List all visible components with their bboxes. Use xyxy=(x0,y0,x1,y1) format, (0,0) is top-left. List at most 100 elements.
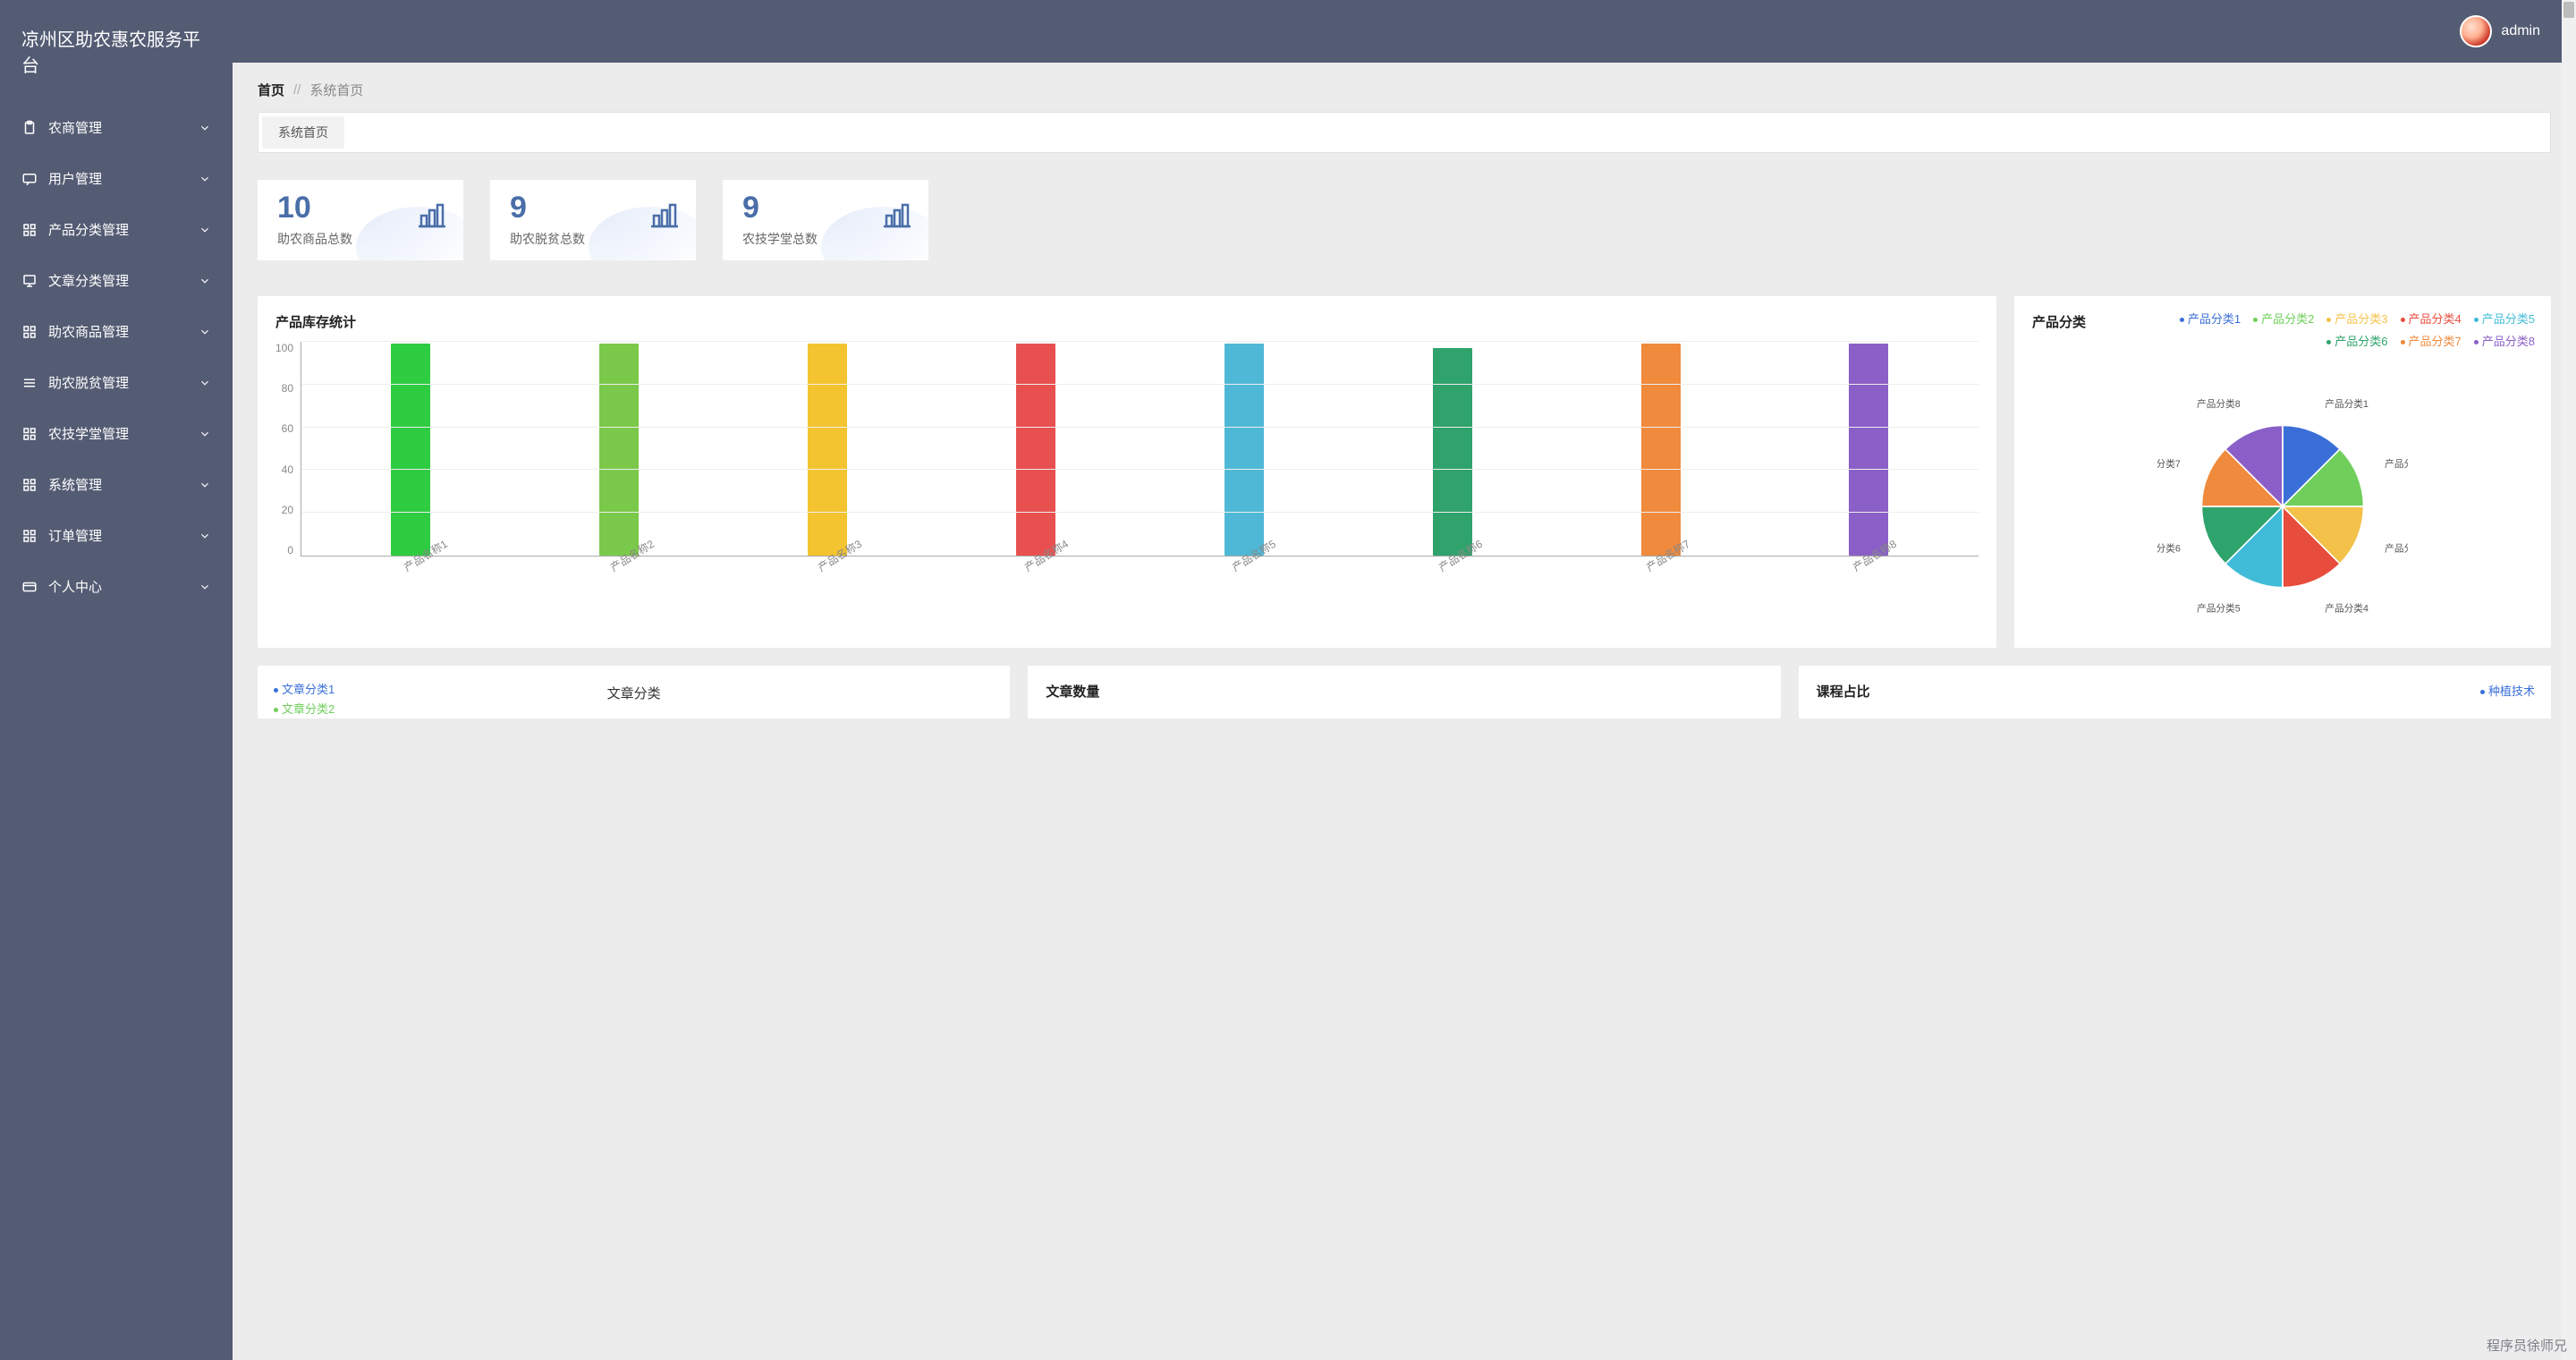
stat-card-1: 9 助农脱贫总数 xyxy=(490,180,696,260)
pie-label: 产品分类6 xyxy=(2157,543,2181,555)
legend-item[interactable]: 产品分类7 xyxy=(2401,331,2462,353)
sidebar-item-label: 系统管理 xyxy=(48,475,102,494)
article-count-title: 文章数量 xyxy=(1046,682,1762,701)
chevron-down-icon xyxy=(199,530,211,542)
panel-bar-chart: 产品库存统计 100806040200 产品名称1产品名称2产品名称3产品名称4… xyxy=(258,296,1996,648)
chevron-down-icon xyxy=(199,377,211,389)
bar-7[interactable] xyxy=(1849,344,1888,556)
sidebar-item-8[interactable]: 订单管理 xyxy=(0,510,233,561)
sidebar-item-label: 用户管理 xyxy=(48,169,102,188)
avatar xyxy=(2460,15,2492,47)
legend-item[interactable]: 文章分类1 xyxy=(274,680,335,700)
sidebar-item-0[interactable]: 农商管理 xyxy=(0,102,233,153)
legend-item[interactable]: 产品分类5 xyxy=(2474,309,2535,331)
y-tick: 0 xyxy=(287,544,293,557)
chevron-down-icon xyxy=(199,581,211,593)
main-area: admin 首页 // 系统首页 系统首页 10 助农商品总数 9 助农脱贫总数 xyxy=(233,0,2576,1360)
panel-article-category: 文章分类1文章分类2 文章分类 xyxy=(258,666,1010,718)
chevron-down-icon xyxy=(199,479,211,491)
legend-item[interactable]: 产品分类3 xyxy=(2326,309,2387,331)
grid-icon xyxy=(21,222,38,238)
breadcrumb-sep: // xyxy=(293,82,301,98)
bar-chart-title: 产品库存统计 xyxy=(275,312,1979,331)
panel-article-count: 文章数量 xyxy=(1028,666,1780,718)
pie-label: 产品分类1 xyxy=(2325,398,2368,410)
y-tick: 40 xyxy=(282,463,293,476)
sidebar-item-label: 农商管理 xyxy=(48,118,102,137)
sidebar-item-label: 助农脱贫管理 xyxy=(48,373,129,392)
breadcrumb-main[interactable]: 首页 xyxy=(258,81,284,99)
scrollbar-track[interactable] xyxy=(2562,0,2576,1360)
chevron-down-icon xyxy=(199,326,211,338)
bars-icon xyxy=(649,203,680,233)
sidebar-item-3[interactable]: 文章分类管理 xyxy=(0,255,233,306)
course-ratio-title: 课程占比 xyxy=(1817,682,2533,701)
stat-label: 助农商品总数 xyxy=(277,230,444,248)
username: admin xyxy=(2501,23,2540,39)
sidebar-item-label: 农技学堂管理 xyxy=(48,424,129,443)
user-menu[interactable]: admin xyxy=(2460,15,2540,47)
pie-label: 产品分类3 xyxy=(2385,543,2408,555)
y-tick: 20 xyxy=(282,504,293,516)
sidebar-item-6[interactable]: 农技学堂管理 xyxy=(0,408,233,459)
stat-card-0: 10 助农商品总数 xyxy=(258,180,463,260)
presentation-icon xyxy=(21,273,38,289)
sidebar: 凉州区助农惠农服务平台 农商管理用户管理产品分类管理文章分类管理助农商品管理助农… xyxy=(0,0,233,1360)
bar-4[interactable] xyxy=(1224,344,1264,556)
tab-bar: 系统首页 xyxy=(258,112,2551,153)
sidebar-item-label: 个人中心 xyxy=(48,577,102,596)
list-icon xyxy=(21,375,38,391)
sidebar-item-9[interactable]: 个人中心 xyxy=(0,561,233,612)
pie-label: 产品分类7 xyxy=(2157,458,2181,470)
sidebar-item-2[interactable]: 产品分类管理 xyxy=(0,204,233,255)
pie-label: 产品分类2 xyxy=(2385,458,2408,470)
panel-course-ratio: 课程占比 种植技术 xyxy=(1799,666,2551,718)
sidebar-item-5[interactable]: 助农脱贫管理 xyxy=(0,357,233,408)
sidebar-item-7[interactable]: 系统管理 xyxy=(0,459,233,510)
sidebar-item-label: 文章分类管理 xyxy=(48,271,129,290)
legend-item[interactable]: 产品分类8 xyxy=(2474,331,2535,353)
legend-item[interactable]: 产品分类2 xyxy=(2253,309,2314,331)
scrollbar-thumb[interactable] xyxy=(2563,2,2574,18)
stat-label: 助农脱贫总数 xyxy=(510,230,676,248)
chevron-down-icon xyxy=(199,173,211,185)
chevron-down-icon xyxy=(199,275,211,287)
y-tick: 80 xyxy=(282,382,293,395)
chat-icon xyxy=(21,171,38,187)
sidebar-item-label: 订单管理 xyxy=(48,526,102,545)
chevron-down-icon xyxy=(199,224,211,236)
grid-icon xyxy=(21,426,38,442)
legend-item[interactable]: 种植技术 xyxy=(2480,684,2535,698)
legend-item[interactable]: 产品分类4 xyxy=(2401,309,2462,331)
pie-label: 产品分类4 xyxy=(2325,602,2368,614)
tab-home[interactable]: 系统首页 xyxy=(262,116,344,149)
bar-5[interactable] xyxy=(1433,348,1472,556)
clipboard-icon xyxy=(21,120,38,136)
bar-3[interactable] xyxy=(1016,344,1055,556)
article-category-title: 文章分类 xyxy=(275,684,992,702)
legend-item[interactable]: 产品分类6 xyxy=(2326,331,2387,353)
chevron-down-icon xyxy=(199,122,211,134)
sidebar-item-label: 助农商品管理 xyxy=(48,322,129,341)
card-icon xyxy=(21,579,38,595)
bars-icon xyxy=(417,203,447,233)
sidebar-item-4[interactable]: 助农商品管理 xyxy=(0,306,233,357)
breadcrumb: 首页 // 系统首页 xyxy=(258,81,2551,99)
sidebar-item-label: 产品分类管理 xyxy=(48,220,129,239)
legend-item[interactable]: 产品分类1 xyxy=(2180,309,2241,331)
legend-item[interactable]: 文章分类2 xyxy=(274,700,335,719)
pie-label: 产品分类8 xyxy=(2197,398,2241,410)
bar-2[interactable] xyxy=(808,344,847,556)
stat-label: 农技学堂总数 xyxy=(742,230,909,248)
y-tick: 60 xyxy=(282,422,293,435)
bar-6[interactable] xyxy=(1641,344,1681,556)
bars-icon xyxy=(882,203,912,233)
grid-icon xyxy=(21,324,38,340)
brand-title: 凉州区助农惠农服务平台 xyxy=(0,0,233,102)
panel-pie-chart: 产品分类 产品分类1产品分类2产品分类3产品分类4产品分类5产品分类6产品分类7… xyxy=(2014,296,2551,648)
chevron-down-icon xyxy=(199,428,211,440)
bar-1[interactable] xyxy=(599,344,639,556)
sidebar-item-1[interactable]: 用户管理 xyxy=(0,153,233,204)
breadcrumb-sub: 系统首页 xyxy=(309,81,363,99)
bar-0[interactable] xyxy=(391,344,430,556)
